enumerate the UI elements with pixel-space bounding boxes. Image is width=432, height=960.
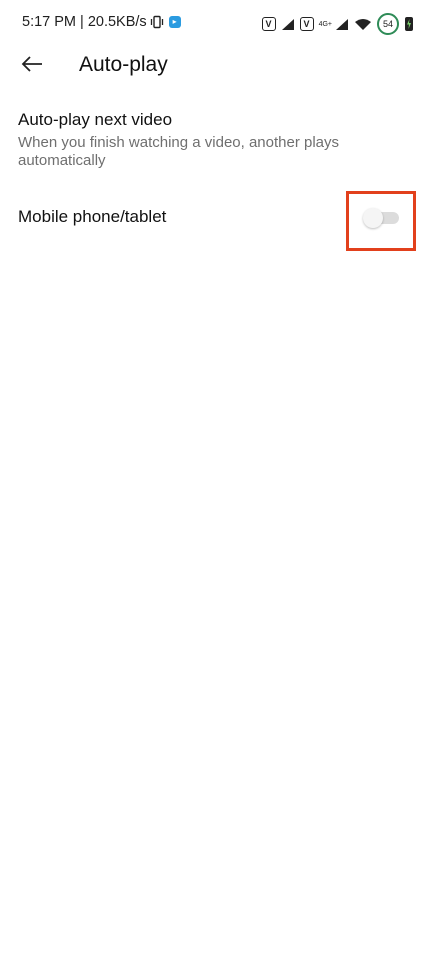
status-left: 5:17 PM | 20.5KB/s ▸ xyxy=(22,14,181,30)
signal-icon-2 xyxy=(335,18,349,31)
page-title: Auto-play xyxy=(79,53,168,76)
status-right: V V 4G+ 54 xyxy=(261,13,414,35)
section-description: When you finish watching a video, anothe… xyxy=(18,134,340,169)
status-time-speed: 5:17 PM | 20.5KB/s xyxy=(22,14,147,30)
mobile-tablet-toggle[interactable] xyxy=(363,208,399,228)
app-notification-icon: ▸ xyxy=(168,16,181,28)
battery-icon: 54 xyxy=(377,13,399,35)
mobile-tablet-label: Mobile phone/tablet xyxy=(18,207,167,226)
toggle-thumb xyxy=(363,208,383,228)
wifi-icon xyxy=(354,18,372,31)
app-header: Auto-play xyxy=(0,44,432,88)
section-title: Auto-play next video xyxy=(18,110,173,129)
vibrate-icon xyxy=(150,15,164,29)
signal-icon xyxy=(281,18,295,31)
volte-icon: V xyxy=(261,17,276,31)
charging-icon xyxy=(404,16,414,32)
status-bar: 5:17 PM | 20.5KB/s ▸ V V 4G+ 54 xyxy=(0,0,432,44)
network-type-label: 4G+ xyxy=(318,20,332,28)
back-button[interactable] xyxy=(14,48,50,84)
back-arrow-icon xyxy=(21,55,43,78)
volte-icon-2: V xyxy=(299,17,314,31)
autoplay-section: Auto-play next video When you finish wat… xyxy=(18,108,414,170)
